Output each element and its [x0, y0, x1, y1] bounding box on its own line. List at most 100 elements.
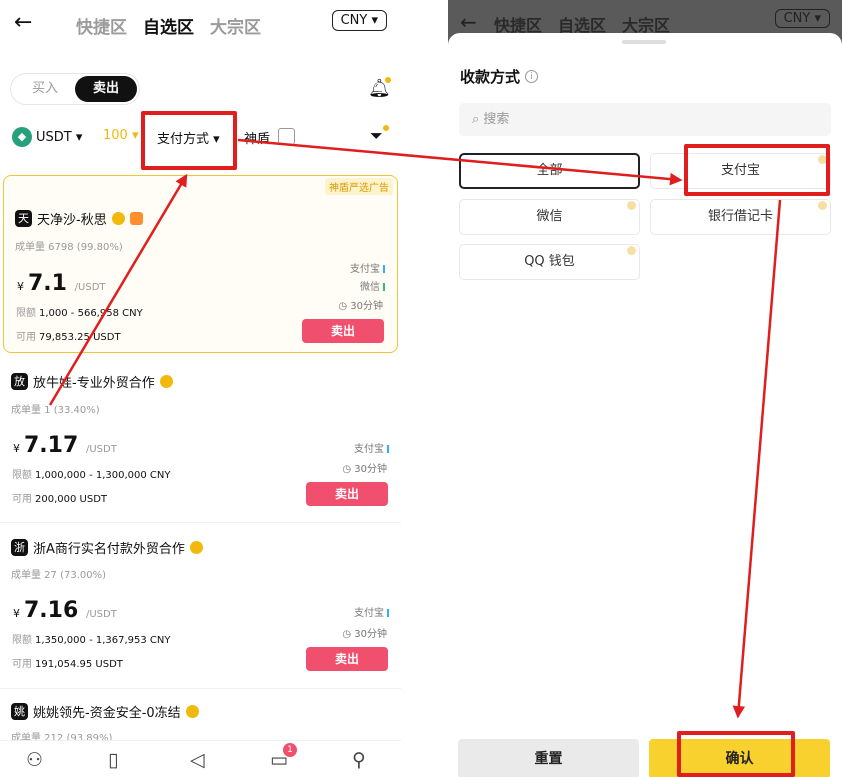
info-icon[interactable]: i: [525, 70, 539, 83]
notification-dot: [385, 77, 391, 83]
order-stats: 成单量 27 (73.00%): [11, 570, 107, 581]
option-bank-card[interactable]: 银行借记卡: [650, 199, 831, 235]
limit-value: 1,000,000 - 1,300,000 CNY: [35, 470, 171, 481]
ad-card[interactable]: 姚 姚姚领先-资金安全-0冻结 成单量 212 (93.89%): [0, 692, 401, 744]
available-label: 可用: [12, 494, 32, 505]
merchant-name[interactable]: 放牛娃-专业外贸合作: [33, 372, 155, 391]
price: ¥7.16 /USDT: [13, 598, 117, 623]
divider: [0, 522, 401, 523]
amount-filter[interactable]: 100 ▾: [103, 128, 138, 143]
payment-method-label: 支付宝: [354, 444, 384, 455]
payment-method-label: 支付宝: [350, 264, 380, 275]
back-arrow-icon: ←: [460, 10, 477, 34]
payment-method-label: 微信: [360, 282, 380, 293]
filter-dot: [383, 125, 389, 131]
shield-filter-label: 神盾: [244, 132, 271, 147]
usdt-icon: ◆: [12, 127, 32, 147]
ads-megaphone-icon[interactable]: ◁: [190, 749, 205, 771]
bottom-nav: ⚇ ▯ ◁ ▭ 1 ⚲: [0, 740, 401, 777]
sheet-title-text: 收款方式: [460, 68, 521, 86]
limit-label: 限额: [12, 635, 32, 646]
highlight-alipay-option: [684, 144, 830, 196]
merchant-row: 浙 浙A商行实名付款外贸合作: [11, 538, 203, 557]
payment-method: 微信: [360, 278, 385, 293]
available-row: 可用 191,054.95 USDT: [12, 655, 123, 670]
orders-icon[interactable]: ▯: [108, 749, 118, 771]
drag-handle[interactable]: [622, 40, 666, 44]
price-unit: /USDT: [85, 444, 117, 455]
payment-method: 支付宝: [350, 260, 385, 275]
funnel-icon[interactable]: ⏷: [370, 126, 383, 146]
alipay-marker: [387, 609, 389, 617]
left-screen: ← 快捷区 自选区 大宗区 CNY ▾ 买入 卖出 🔔︎ ◆ USDT ▾ 10…: [0, 0, 401, 777]
currency-select: CNY ▾: [774, 9, 830, 28]
price-unit: /USDT: [85, 609, 117, 620]
back-arrow-icon[interactable]: ←: [14, 10, 32, 35]
ad-card[interactable]: 神盾严选广告 天 天净沙-秋思 成单量 6798 (99.80%) ¥7.1 /…: [3, 175, 398, 353]
sell-button[interactable]: 卖出: [306, 647, 388, 671]
available-value: 191,054.95 USDT: [35, 659, 123, 670]
verified-badge-icon: [189, 541, 203, 554]
order-stats: 成单量 1 (33.40%): [11, 405, 100, 416]
shield-badge-icon: [129, 212, 143, 225]
lock-icon: [818, 201, 827, 210]
reset-button[interactable]: 重置: [458, 739, 639, 777]
payment-method: 支付宝: [354, 440, 389, 455]
option-wechat-label: 微信: [536, 209, 563, 224]
zone-tabs: 快捷区 自选区 大宗区: [76, 13, 261, 38]
avatar: 姚: [11, 703, 28, 720]
currency-symbol: ¥: [13, 442, 20, 455]
tab-quick[interactable]: 快捷区: [76, 13, 127, 38]
option-qq-wallet[interactable]: QQ 钱包: [459, 244, 640, 280]
lock-icon: [627, 246, 636, 255]
p2p-icon[interactable]: ⚇: [26, 749, 43, 771]
highlight-payment-filter: [141, 111, 237, 170]
shield-checkbox[interactable]: [278, 128, 295, 145]
profile-icon[interactable]: ⚲: [352, 749, 366, 771]
option-wechat[interactable]: 微信: [459, 199, 640, 235]
available-row: 可用 200,000 USDT: [12, 490, 107, 505]
ad-card[interactable]: 放 放牛娃-专业外贸合作 成单量 1 (33.40%) ¥7.17 /USDT …: [0, 360, 401, 520]
coin-filter[interactable]: ◆ USDT ▾: [12, 127, 82, 147]
divider: [0, 688, 401, 689]
merchant-row: 放 放牛娃-专业外贸合作: [11, 372, 173, 391]
available-label: 可用: [16, 332, 36, 343]
payment-time: ◷ 30分钟: [342, 629, 387, 640]
merchant-name[interactable]: 姚姚领先-资金安全-0冻结: [33, 702, 181, 721]
sell-button[interactable]: 卖出: [306, 482, 388, 506]
ad-card[interactable]: 浙 浙A商行实名付款外贸合作 成单量 27 (73.00%) ¥7.16 /US…: [0, 526, 401, 686]
sheet-title: 收款方式 i: [460, 66, 539, 87]
merchant-name[interactable]: 天净沙-秋思: [37, 209, 107, 228]
merchant-name[interactable]: 浙A商行实名付款外贸合作: [33, 538, 185, 557]
price-value: 7.1: [28, 271, 67, 296]
tab-custom[interactable]: 自选区: [143, 13, 194, 38]
available-label: 可用: [12, 659, 32, 670]
buy-toggle[interactable]: 买入: [14, 76, 76, 102]
sell-button[interactable]: 卖出: [302, 319, 384, 343]
currency-select[interactable]: CNY ▾: [331, 10, 387, 31]
merchant-row: 天 天净沙-秋思: [15, 209, 143, 228]
price-value: 7.17: [24, 433, 79, 458]
available-value: 79,853.25 USDT: [39, 332, 121, 343]
limit-value: 1,350,000 - 1,367,953 CNY: [35, 635, 171, 646]
avatar: 天: [15, 210, 32, 227]
currency-symbol: ¥: [17, 280, 24, 293]
search-input[interactable]: ⌕ 搜索: [459, 103, 831, 136]
avatar: 浙: [11, 539, 28, 556]
verified-badge-icon: [111, 212, 125, 225]
option-all[interactable]: 全部: [459, 153, 640, 189]
available-value: 200,000 USDT: [35, 494, 108, 505]
header: ← 快捷区 自选区 大宗区 CNY ▾: [0, 0, 401, 50]
limit-label: 限额: [16, 308, 36, 319]
available-row: 可用 79,853.25 USDT: [16, 328, 121, 343]
price-value: 7.16: [24, 598, 79, 623]
verified-badge-icon: [185, 705, 199, 718]
option-bank-card-label: 银行借记卡: [707, 209, 773, 224]
payment-method-label: 支付宝: [354, 608, 384, 619]
featured-ribbon: 神盾严选广告: [325, 178, 393, 195]
limit-row: 限额 1,350,000 - 1,367,953 CNY: [12, 631, 171, 646]
sell-toggle[interactable]: 卖出: [75, 76, 137, 102]
tab-bulk[interactable]: 大宗区: [210, 13, 261, 38]
payment-time: ◷ 30分钟: [342, 464, 387, 475]
search-placeholder: 搜索: [483, 112, 510, 127]
